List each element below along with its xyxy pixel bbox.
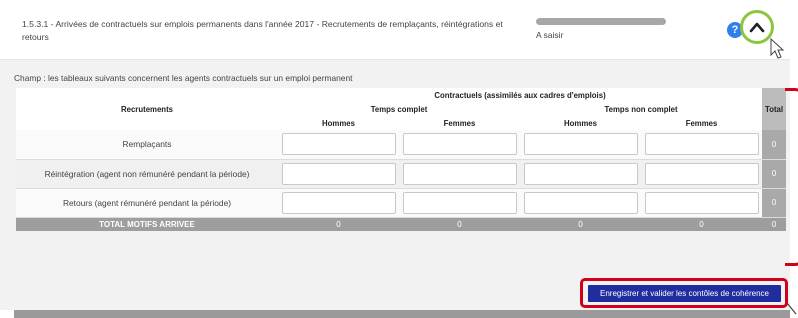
highlight-bracket [785,88,798,266]
pointer-icon [786,302,797,315]
hommes-header: Hommes [520,116,641,130]
status-label: A saisir [536,30,564,40]
hommes-tc-input[interactable] [281,133,396,156]
femmes-header: Femmes [399,116,520,130]
validate-highlight: Enregistrer et valider les contôles de c… [580,278,788,308]
row-total: 0 [762,188,787,218]
totals-label: TOTAL MOTIFS ARRIVEE [16,217,278,231]
hommes-tnc-input[interactable] [523,133,638,156]
row-label: Réintégration (agent non rémunéré pendan… [16,159,278,189]
temps-complet-header: Temps complet [278,102,520,116]
table-row: Réintégration (agent non rémunéré pendan… [16,159,787,189]
total-value: 0 [278,217,399,231]
total-value: 0 [399,217,520,231]
row-total: 0 [762,159,787,189]
grand-total-value: 0 [762,217,787,231]
temps-non-complet-header: Temps non complet [520,102,763,116]
femmes-tc-input[interactable] [402,133,517,156]
femmes-header: Femmes [641,116,763,130]
cursor-icon [770,38,785,59]
form-panel: 1.5.3.1 - Arrivées de contractuels sur e… [0,0,790,318]
recrutements-table: Contractuels (assimilés aux cadres d'emp… [16,88,787,231]
table-row: Remplaçants 0 [16,130,787,160]
row-header: Recrutements [16,102,278,116]
collapse-button[interactable] [740,10,774,44]
group-header: Contractuels (assimilés aux cadres d'emp… [278,88,763,102]
row-label: Remplaçants [16,130,278,160]
total-column-header: Total [762,88,787,130]
progress-bar [536,18,666,25]
row-label: Retours (agent rémunéré pendant la pério… [16,188,278,218]
table-row: Retours (agent rémunéré pendant la pério… [16,188,787,218]
femmes-tnc-input[interactable] [644,162,759,185]
section-header: 1.5.3.1 - Arrivées de contractuels sur e… [0,0,790,60]
row-total: 0 [762,130,787,160]
femmes-tnc-input[interactable] [644,191,759,214]
validate-button[interactable]: Enregistrer et valider les contôles de c… [588,285,781,302]
row-header-blank [16,116,278,130]
hommes-tc-input[interactable] [281,191,396,214]
row-header-empty [16,88,278,102]
femmes-tc-input[interactable] [402,162,517,185]
section-title: 1.5.3.1 - Arrivées de contractuels sur e… [22,19,503,42]
hommes-tnc-input[interactable] [523,191,638,214]
femmes-tc-input[interactable] [402,191,517,214]
totals-row: TOTAL MOTIFS ARRIVEE 0 0 0 0 0 [16,217,787,231]
form-body: Champ : les tableaux suivants concernent… [0,60,790,310]
total-value: 0 [641,217,763,231]
hommes-header: Hommes [278,116,399,130]
femmes-tnc-input[interactable] [644,133,759,156]
hommes-tc-input[interactable] [281,162,396,185]
total-value: 0 [520,217,641,231]
champ-note: Champ : les tableaux suivants concernent… [14,73,353,83]
horizontal-scrollbar[interactable] [14,310,790,318]
hommes-tnc-input[interactable] [523,162,638,185]
chevron-up-icon [749,22,765,33]
